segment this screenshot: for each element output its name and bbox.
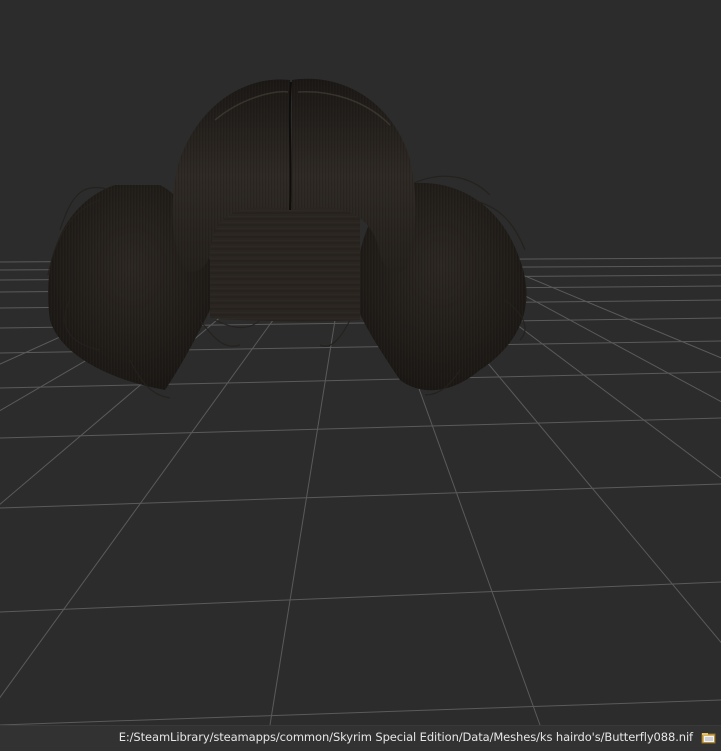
folder-open-icon[interactable] <box>701 730 717 746</box>
viewport-scene[interactable] <box>0 0 721 725</box>
file-path-label: E:/SteamLibrary/steamapps/common/Skyrim … <box>118 730 693 744</box>
3d-viewport[interactable] <box>0 0 721 725</box>
status-bar: E:/SteamLibrary/steamapps/common/Skyrim … <box>0 725 721 751</box>
hair-mesh-model <box>47 78 527 399</box>
